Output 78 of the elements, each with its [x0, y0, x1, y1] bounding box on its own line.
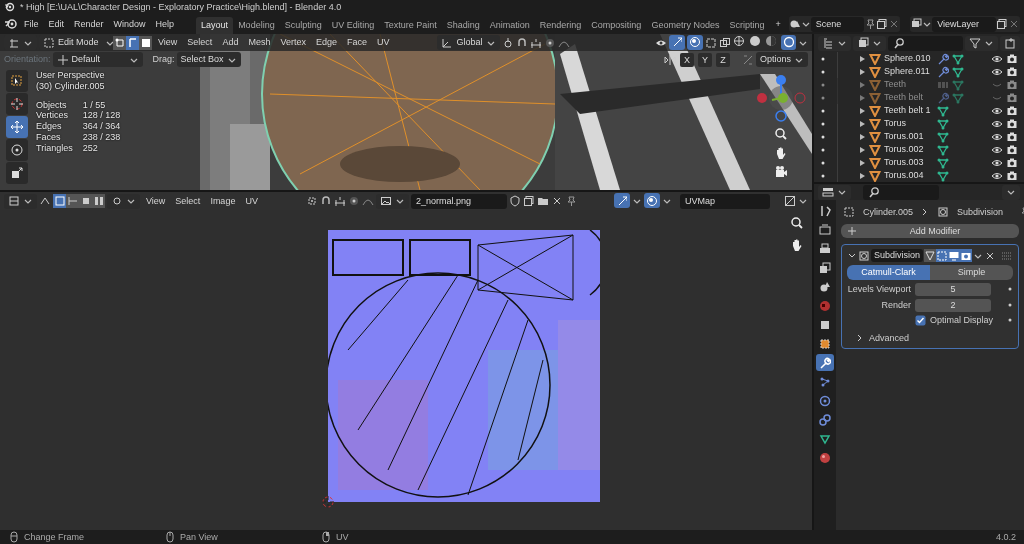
version-label: 4.0.2	[995, 531, 1016, 543]
field-label: Levels Viewport	[847, 283, 911, 295]
status-hint: Change Frame	[24, 531, 85, 543]
subdivision-type-button[interactable]: Simple	[930, 265, 1013, 280]
menu-item[interactable]: UV	[241, 194, 262, 208]
menu-item[interactable]: Face	[342, 36, 371, 49]
add-modifier-button[interactable]: Add Modifier	[841, 224, 1019, 238]
stat-label: Objects	[36, 99, 68, 111]
menu-item[interactable]: Edge	[311, 36, 341, 49]
menu-item[interactable]: Edit	[44, 17, 69, 31]
stat-value: 1 / 55	[82, 99, 107, 111]
subdivision-type-button[interactable]: Catmull-Clark	[847, 265, 930, 280]
menu-item[interactable]: Image	[206, 194, 240, 208]
workspace-tab[interactable]: Modeling	[233, 17, 280, 34]
workspace-tab[interactable]: Scripting	[724, 17, 770, 34]
object-name[interactable]: Torus.002	[884, 144, 934, 155]
workspace-tab[interactable]: Layout	[196, 17, 234, 34]
view-layer-field[interactable]: ViewLayer	[932, 16, 996, 32]
menu-item[interactable]: Vertex	[276, 36, 310, 49]
menu-item[interactable]: Select	[171, 194, 205, 208]
menu-item[interactable]: View	[154, 36, 182, 49]
object-name[interactable]: Torus.003	[884, 157, 934, 168]
orientation-label: Orientation:	[4, 54, 51, 65]
options-dropdown[interactable]: Options	[755, 52, 808, 67]
number-field[interactable]: 2	[915, 298, 991, 312]
add-workspace-button[interactable]: +	[771, 17, 785, 31]
object-name[interactable]: Teeth	[884, 79, 934, 90]
object-name[interactable]: Torus.001	[884, 131, 934, 142]
subpanel-header[interactable]: Advanced	[869, 332, 910, 344]
menu-item[interactable]: UV	[372, 36, 394, 49]
menu-item[interactable]: View	[142, 194, 170, 208]
stat-label: Edges	[36, 121, 63, 132]
object-name[interactable]: Torus.004	[884, 170, 934, 181]
menu-item[interactable]: Window	[109, 17, 150, 31]
view-name: User Perspective	[36, 70, 106, 81]
object-name[interactable]: Sphere.010	[884, 53, 934, 64]
modifier-name-field[interactable]: Subdivision	[871, 249, 924, 262]
status-hint: UV	[336, 531, 349, 543]
object-name[interactable]: Teeth belt 1	[884, 105, 934, 116]
workspace-tab[interactable]: Compositing	[586, 17, 647, 34]
object-name[interactable]: Teeth belt	[884, 92, 934, 103]
menu-item[interactable]: Help	[151, 17, 179, 31]
breadcrumb-object: Cylinder.005	[863, 206, 914, 218]
workspace-tab[interactable]: Rendering	[534, 17, 587, 34]
workspace-tab[interactable]: Geometry Nodes	[646, 17, 725, 34]
workspace-tab[interactable]: Sculpting	[279, 17, 327, 34]
stat-label: Triangles	[36, 142, 73, 154]
stat-label: Vertices	[36, 110, 69, 122]
workspace-tab[interactable]: Texture Paint	[379, 17, 442, 34]
menu-item[interactable]: Render	[70, 17, 108, 31]
image-name-field[interactable]: 2_normal.png	[410, 193, 507, 209]
menu-item[interactable]: File	[20, 17, 43, 31]
breadcrumb-modifier: Subdivision	[957, 206, 1004, 218]
stat-value: 238 / 238	[82, 132, 121, 143]
object-name[interactable]: Torus	[884, 118, 934, 129]
number-field[interactable]: 5	[915, 282, 991, 296]
drag-dropdown[interactable]: Select Box	[176, 52, 241, 67]
stat-value: 252	[82, 142, 99, 154]
drag-label: Drag:	[152, 54, 175, 65]
workspace-tab[interactable]: Animation	[484, 17, 535, 34]
stat-value: 128 / 128	[82, 110, 121, 122]
menu-item[interactable]: Select	[183, 36, 217, 49]
stat-value: 364 / 364	[82, 121, 121, 132]
stat-label: Faces	[36, 132, 62, 143]
menu-item[interactable]: Add	[218, 36, 243, 49]
workspace-tab[interactable]: Shading	[441, 17, 485, 34]
scene-field[interactable]: Scene	[810, 16, 865, 32]
checkbox-label: Optimal Display	[930, 314, 994, 326]
object-name[interactable]: Sphere.011	[884, 66, 934, 77]
field-label: Render	[880, 299, 911, 311]
orientation-dropdown[interactable]: Default	[52, 52, 143, 67]
menu-item[interactable]: Mesh	[244, 36, 275, 49]
uv-map-field[interactable]: UVMap	[680, 193, 770, 209]
transform-orientation-dropdown[interactable]: Global	[437, 35, 500, 50]
status-hint: Pan View	[180, 531, 218, 543]
workspace-tab[interactable]: UV Editing	[326, 17, 380, 34]
object-name: (30) Cylinder.005	[36, 80, 106, 92]
window-title: * High [E:\UAL\Character Design - Exploratory Practice\High.blend] - Blender 4.0	[20, 1, 342, 13]
